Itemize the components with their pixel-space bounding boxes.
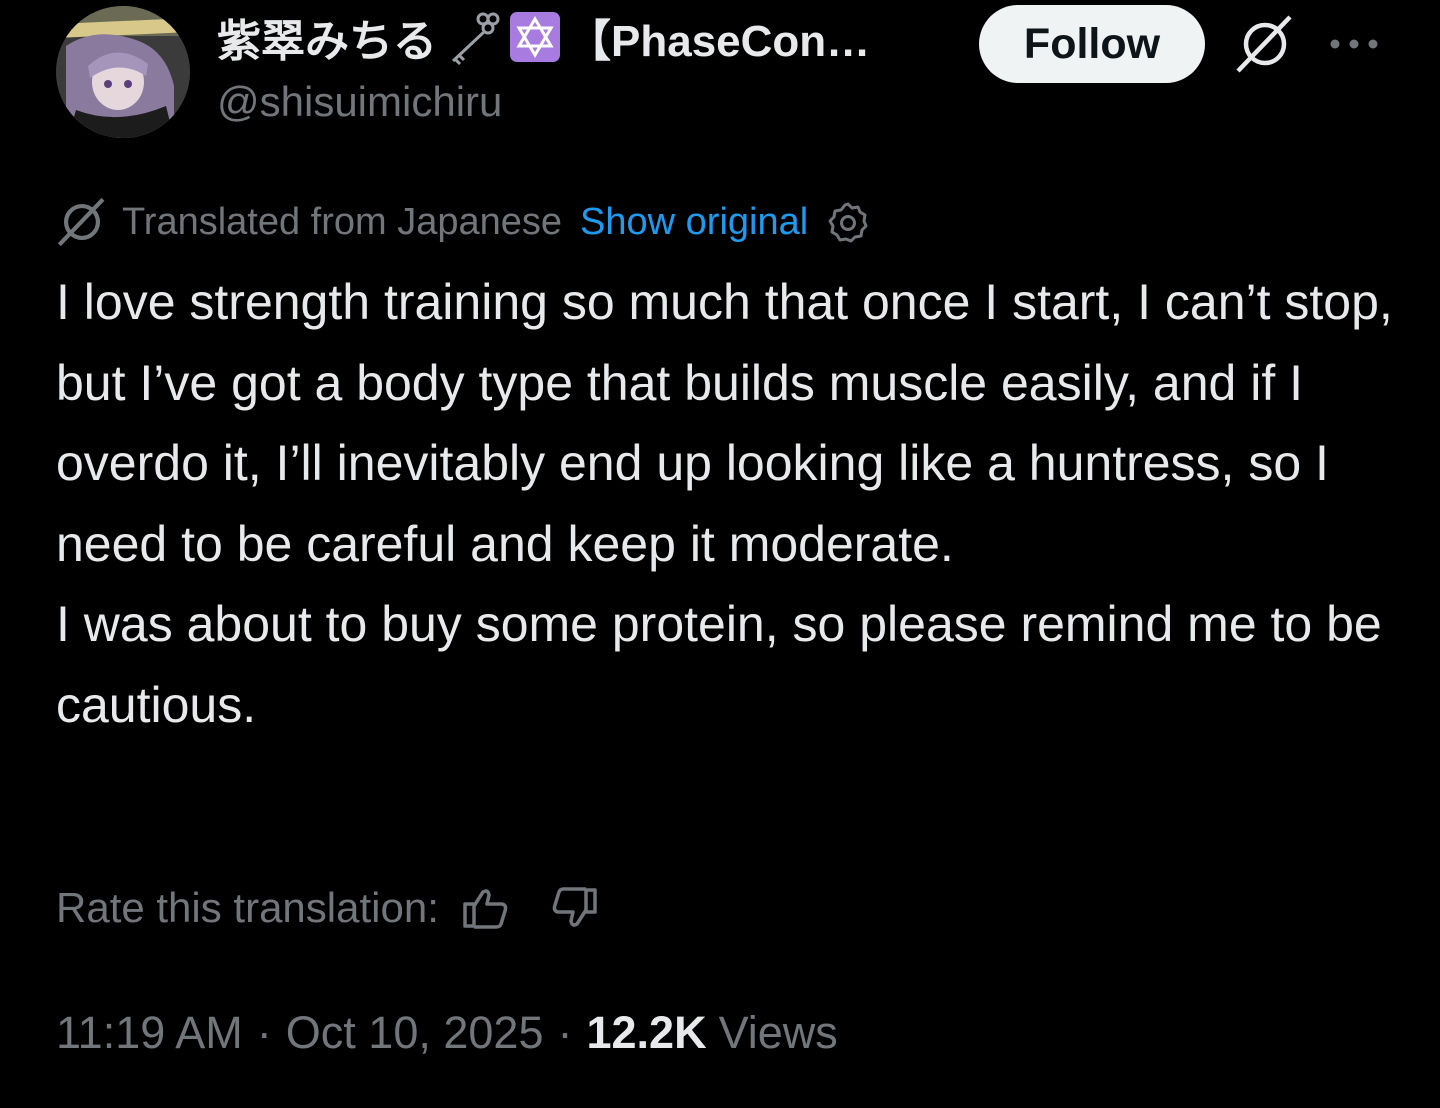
thumbs-down-icon [552,887,597,927]
thumbs-up-button[interactable] [461,886,511,930]
translation-bar: Translated from Japanese Show original [56,196,1056,248]
key-icon [443,9,503,65]
show-original-link[interactable]: Show original [580,201,808,244]
tweet-time[interactable]: 11:19 AM [56,1007,243,1059]
more-button[interactable] [1324,24,1384,64]
tweet-meta: 11:19 AM · Oct 10, 2025 · 12.2K Views [56,1004,838,1062]
follow-button[interactable]: Follow [979,5,1205,83]
meta-separator: · [557,1007,573,1058]
more-icon [1330,39,1378,49]
tweet-text: I love strength training so much that on… [56,262,1396,745]
tweet-date[interactable]: Oct 10, 2025 [286,1007,544,1059]
tweet-paragraph: I was about to buy some protein, so plea… [56,596,1382,733]
user-handle[interactable]: @shisuimichiru [217,78,502,126]
display-name[interactable]: 紫翠みちる 【PhaseCon… [217,8,927,66]
translated-from-label: Translated from Japanese [122,200,563,243]
rate-translation-label: Rate this translation: [56,884,439,931]
thumbs-down-button[interactable] [549,886,599,930]
grok-icon [1236,15,1292,73]
gear-icon [828,202,868,243]
avatar-image [56,6,190,138]
star-of-david-icon [509,11,561,63]
grok-translate-icon [57,197,105,247]
views-label: Views [718,1007,838,1058]
thumbs-up-icon [463,889,508,929]
display-name-text: 紫翠みちる [217,17,437,66]
grok-button[interactable] [1232,12,1298,76]
rate-translation: Rate this translation: [56,878,599,938]
tweet-paragraph: I love strength training so much that on… [56,274,1393,572]
display-name-suffix: 【PhaseCon… [567,17,871,66]
avatar[interactable] [56,6,190,138]
views-count: 12.2K [586,1007,707,1058]
translation-settings-button[interactable] [826,200,870,244]
meta-separator: · [256,1007,272,1058]
